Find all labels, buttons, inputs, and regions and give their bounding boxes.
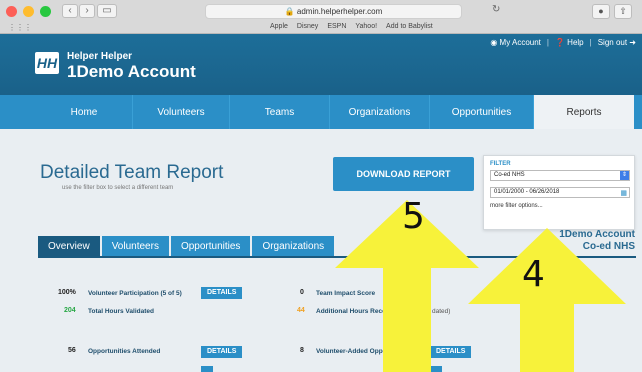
bookmark-apple[interactable]: Apple (270, 23, 288, 30)
forward-arrow-icon[interactable]: › (79, 4, 95, 18)
tab-volunteers[interactable]: Volunteers (101, 236, 169, 256)
team-select[interactable]: Co-ed NHS ⇕ (490, 170, 630, 181)
volunteer-added-value: 8 (300, 347, 304, 354)
reload-icon[interactable]: ↻ (492, 4, 500, 15)
annotation-number-5: 5 (402, 196, 425, 237)
bookmarks-bar: ⋮⋮⋮ Apple Disney ESPN Yahoo! Add to Baby… (0, 22, 642, 34)
bookmark-babylist[interactable]: Add to Babylist (386, 23, 433, 30)
help-link[interactable]: ❓ Help (555, 38, 584, 47)
divider: | (546, 38, 549, 47)
back-arrow-icon[interactable]: ‹ (62, 4, 78, 18)
sign-out-icon: ➜ (627, 38, 636, 47)
sign-out-link[interactable]: Sign out ➜ (598, 38, 636, 47)
page-subtitle: use the filter box to select a different… (62, 185, 174, 191)
helper-helper-logo-icon[interactable]: HH (35, 52, 59, 74)
grid-icon[interactable]: ⋮⋮⋮ (8, 23, 32, 32)
minimize-window-icon[interactable] (23, 6, 34, 17)
hours-validated-label: Total Hours Validated (88, 308, 154, 315)
team-select-value: Co-ed NHS (494, 172, 525, 178)
additional-hours-value: 44 (297, 307, 305, 314)
window-controls (6, 6, 51, 17)
zoom-window-icon[interactable] (40, 6, 51, 17)
help-icon: ❓ (554, 38, 568, 47)
bookmark-espn[interactable]: ESPN (327, 23, 346, 30)
filter-box: FILTER Co-ed NHS ⇕ 01/01/2000 - 06/26/20… (483, 155, 635, 230)
nav-opportunities[interactable]: Opportunities (430, 95, 534, 129)
annotation-number-4: 4 (522, 254, 545, 295)
opportunities-attended-label: Opportunities Attended (88, 348, 161, 355)
account-name: 1Demo Account (67, 62, 196, 81)
nav-volunteers[interactable]: Volunteers (133, 95, 230, 129)
participation-value: 100% (58, 289, 76, 296)
bookmark-disney[interactable]: Disney (297, 23, 318, 30)
url-text: admin.helperhelper.com (296, 7, 383, 16)
opportunities-attended-value: 56 (68, 347, 76, 354)
nav-reports[interactable]: Reports (534, 95, 634, 129)
impact-score-value: 0 (300, 289, 304, 296)
select-arrow-icon: ⇕ (620, 171, 629, 180)
participation-label: Volunteer Participation (5 of 5) (88, 290, 182, 297)
tab-organizations[interactable]: Organizations (252, 236, 335, 256)
filter-label: FILTER (490, 161, 511, 167)
divider: | (589, 38, 592, 47)
attended-details-button[interactable]: DETAILS (201, 346, 243, 358)
nav-teams[interactable]: Teams (230, 95, 330, 129)
brand-name: Helper Helper (67, 51, 133, 62)
annotation-arrow-4 (468, 228, 626, 372)
main-nav: Home Volunteers Teams Organizations Oppo… (0, 95, 642, 129)
page-title: Detailed Team Report (40, 162, 224, 183)
date-range-field[interactable]: 01/01/2000 - 06/26/2018 ▦ (490, 187, 630, 198)
report-tabs: Overview Volunteers Opportunities Organi… (38, 236, 335, 256)
nav-home[interactable]: Home (36, 95, 133, 129)
participation-details-button[interactable]: DETAILS (201, 287, 243, 299)
tab-opportunities[interactable]: Opportunities (170, 236, 251, 256)
shield-icon[interactable]: ● (592, 4, 610, 19)
download-report-button[interactable]: DOWNLOAD REPORT (333, 157, 474, 191)
hours-validated-value: 204 (64, 307, 76, 314)
nav-organizations[interactable]: Organizations (330, 95, 430, 129)
more-filter-options-link[interactable]: more filter options... (490, 203, 543, 209)
bookmark-yahoo[interactable]: Yahoo! (355, 23, 377, 30)
top-links: ◉ My Account | ❓ Help | Sign out ➜ (490, 38, 636, 47)
user-icon: ◉ (490, 38, 500, 47)
close-window-icon[interactable] (6, 6, 17, 17)
browser-chrome: ‹ › ▭ 🔒 admin.helperhelper.com ↻ ● ⇧ ⋮⋮⋮… (0, 0, 642, 34)
my-account-link[interactable]: ◉ My Account (490, 38, 541, 47)
sidebar-icon[interactable]: ▭ (97, 4, 117, 18)
date-range-value: 01/01/2000 - 06/26/2018 (494, 189, 560, 195)
calendar-icon[interactable]: ▦ (620, 189, 627, 198)
tab-overview[interactable]: Overview (38, 236, 100, 256)
share-icon[interactable]: ⇧ (614, 4, 632, 19)
address-bar[interactable]: 🔒 admin.helperhelper.com (205, 4, 462, 19)
cut-off-details-button[interactable] (201, 366, 213, 372)
